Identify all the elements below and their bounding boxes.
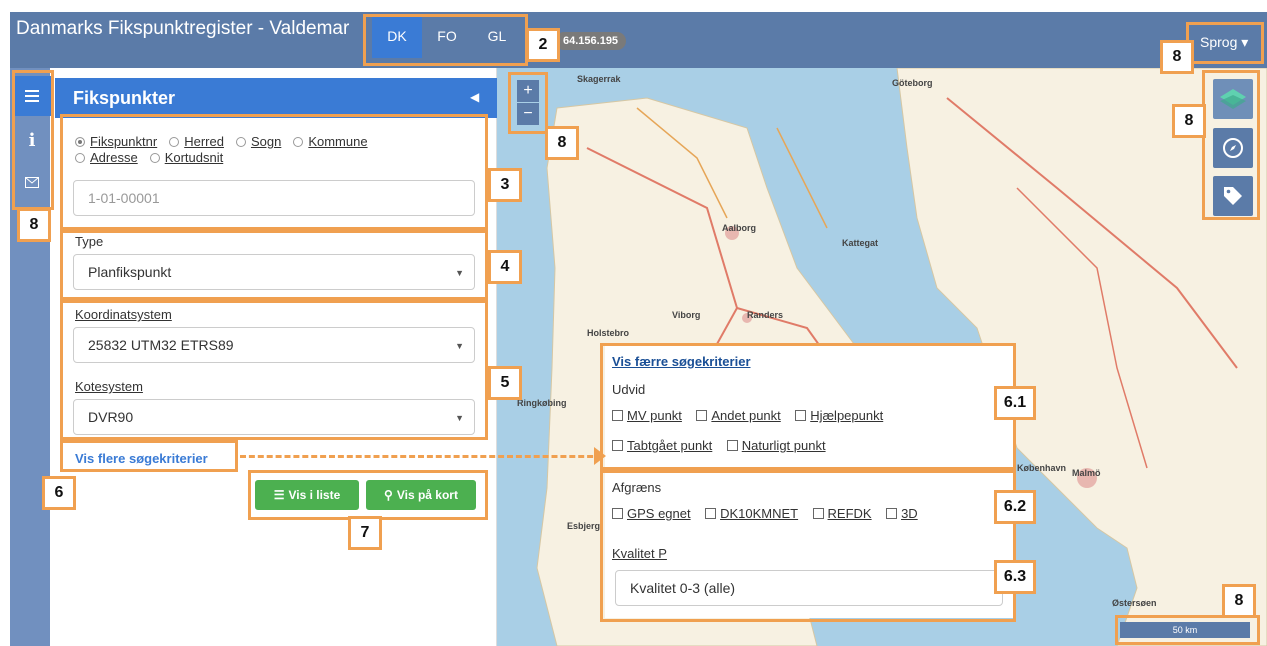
callout-number: 8 [17,208,51,242]
callout-box-more-link [60,440,238,472]
callout-number: 8 [1160,40,1194,74]
callout-number: 6 [42,476,76,510]
callout-number: 2 [526,28,560,62]
callout-number: 8 [1222,584,1256,618]
arrow-head-icon [594,447,606,465]
callout-box-languages [363,14,528,66]
map-label-aalborg: Aalborg [722,223,757,233]
collapse-panel-icon[interactable]: ◀ [470,90,479,104]
callout-number: 6.2 [994,490,1036,524]
map-label-randers: Randers [747,310,784,320]
map-label-goteborg: Göteborg [892,78,933,88]
map-label-skagerrak: Skagerrak [577,74,621,84]
callout-box-rail [12,70,54,210]
dashed-arrow-line [240,455,602,458]
callout-box-zoom [508,72,548,134]
map-label-kobenhavn: København [1017,463,1067,473]
callout-number: 8 [545,126,579,160]
callout-number: 4 [488,250,522,284]
callout-box-systems [60,300,488,440]
callout-box-tools [1202,70,1260,220]
callout-number: 6.3 [994,560,1036,594]
map-label-kattegat: Kattegat [842,238,879,248]
map-label-viborg: Viborg [672,310,701,320]
callout-box-afgraens [600,470,1016,622]
callout-number: 8 [1172,104,1206,138]
callout-box-search [60,114,488,230]
callout-number: 3 [488,168,522,202]
callout-number: 5 [488,366,522,400]
map-label-ringkobing: Ringkøbing [517,398,567,408]
callout-number: 7 [348,516,382,550]
callout-box-udvid [600,343,1016,470]
map-label-holstebro: Holstebro [587,328,630,338]
callout-box-scale [1115,615,1260,645]
callout-box-sprog [1186,22,1264,64]
callout-number: 6.1 [994,386,1036,420]
panel-title: Fikspunkter [55,78,497,118]
map-label-esbjerg: Esbjerg [567,521,601,531]
map-label-malmo: Malmö [1072,468,1101,478]
callout-box-type [60,230,488,300]
map-label-ostersoen: Østersøen [1112,598,1157,608]
app-title: Danmarks Fikspunktregister - Valdemar [16,18,350,39]
ip-badge: 64.156.195 [555,32,627,50]
callout-box-buttons [248,470,488,520]
